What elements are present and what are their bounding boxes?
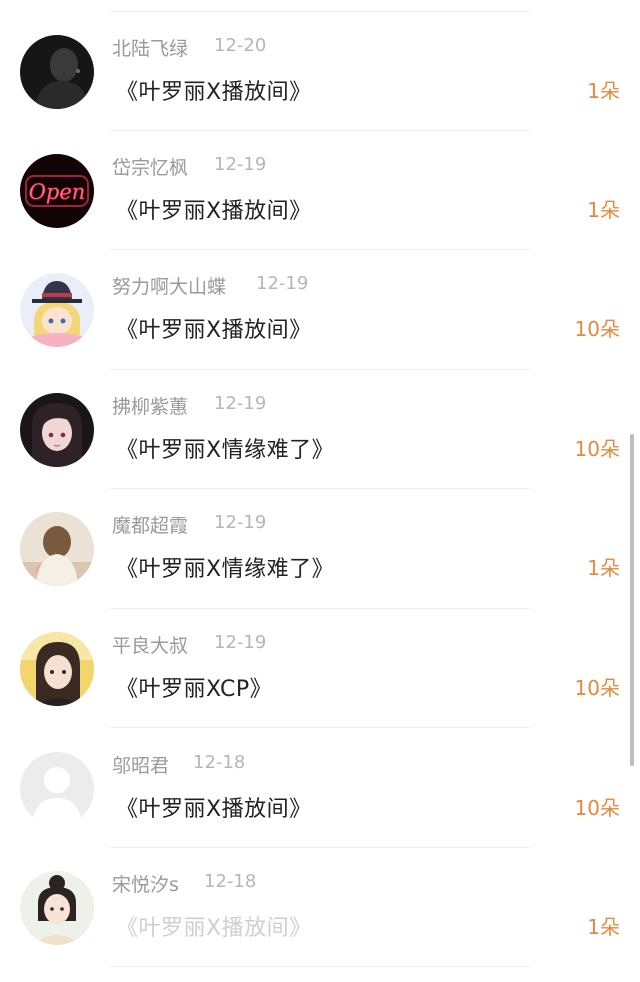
flower-count: 10朵 (574, 317, 620, 341)
user-name[interactable]: 邬昭君 (112, 751, 169, 778)
default-user-avatar[interactable] (20, 752, 94, 826)
list-item[interactable]: 邬昭君 12-18 《叶罗丽X播放间》 10朵 (0, 751, 640, 870)
gift-title: 《叶罗丽X播放间》 (116, 916, 312, 941)
divider (110, 130, 530, 131)
gift-title: 《叶罗丽XCP》 (116, 677, 273, 702)
gift-record-list: 北陆飞绿 12-20 《叶罗丽X播放间》 1朵 Open 岱宗忆枫 12-19 … (0, 0, 640, 982)
girl-back-view-avatar[interactable] (20, 512, 94, 586)
divider (110, 727, 530, 728)
gift-date: 12-19 (214, 393, 267, 414)
neon-sign-text: Open (29, 180, 86, 204)
list-item[interactable]: 魔都超霞 12-19 《叶罗丽X情缘难了》 1朵 (0, 511, 640, 630)
divider (110, 608, 530, 609)
user-name[interactable]: 拂柳紫蕙 (112, 392, 188, 419)
user-name[interactable]: 宋悦汐s (112, 870, 179, 897)
anime-girl-dark-hair-avatar[interactable] (20, 393, 94, 467)
flower-count: 1朵 (587, 915, 620, 939)
flower-count: 10朵 (574, 676, 620, 700)
divider (110, 369, 530, 370)
user-name[interactable]: 北陆飞绿 (112, 34, 188, 61)
gift-date: 12-18 (193, 752, 246, 773)
flower-count: 1朵 (587, 79, 620, 103)
scrollbar[interactable] (630, 434, 634, 766)
divider (110, 249, 530, 250)
list-item[interactable]: 拂柳紫蕙 12-19 《叶罗丽X情缘难了》 10朵 (0, 392, 640, 511)
list-item[interactable]: 努力啊大山蝶 12-19 《叶罗丽X播放间》 10朵 (0, 272, 640, 391)
anime-boy-hat-avatar[interactable] (20, 273, 94, 347)
gift-date: 12-20 (214, 35, 267, 56)
flower-count: 10朵 (574, 437, 620, 461)
gift-date: 12-18 (204, 871, 257, 892)
list-item[interactable]: 平良大叔 12-19 《叶罗丽XCP》 10朵 (0, 631, 640, 750)
list-item[interactable]: 北陆飞绿 12-20 《叶罗丽X播放间》 1朵 (0, 34, 640, 153)
neon-open-sign-avatar[interactable]: Open (20, 154, 94, 228)
user-name[interactable]: 努力啊大山蝶 (112, 272, 226, 299)
gift-date: 12-19 (214, 632, 267, 653)
gift-title: 《叶罗丽X情缘难了》 (116, 438, 335, 463)
flower-count: 10朵 (574, 796, 620, 820)
list-item[interactable]: Open 岱宗忆枫 12-19 《叶罗丽X播放间》 1朵 (0, 153, 640, 272)
flower-count: 1朵 (587, 556, 620, 580)
user-name[interactable]: 平良大叔 (112, 631, 188, 658)
gift-date: 12-19 (256, 273, 309, 294)
divider (110, 11, 530, 12)
user-name[interactable]: 魔都超霞 (112, 511, 188, 538)
gift-date: 12-19 (214, 154, 267, 175)
gift-title: 《叶罗丽X播放间》 (116, 80, 312, 105)
divider (110, 488, 530, 489)
gift-title: 《叶罗丽X情缘难了》 (116, 557, 335, 582)
divider (110, 847, 530, 848)
user-name[interactable]: 岱宗忆枫 (112, 153, 188, 180)
gift-title: 《叶罗丽X播放间》 (116, 797, 312, 822)
flower-count: 1朵 (587, 198, 620, 222)
gift-title: 《叶罗丽X播放间》 (116, 199, 312, 224)
gift-title: 《叶罗丽X播放间》 (116, 318, 312, 343)
girl-bun-hair-avatar[interactable] (20, 871, 94, 945)
divider (110, 966, 530, 967)
gift-date: 12-19 (214, 512, 267, 533)
girl-photo-avatar[interactable] (20, 632, 94, 706)
dark-silhouette-avatar[interactable] (20, 35, 94, 109)
